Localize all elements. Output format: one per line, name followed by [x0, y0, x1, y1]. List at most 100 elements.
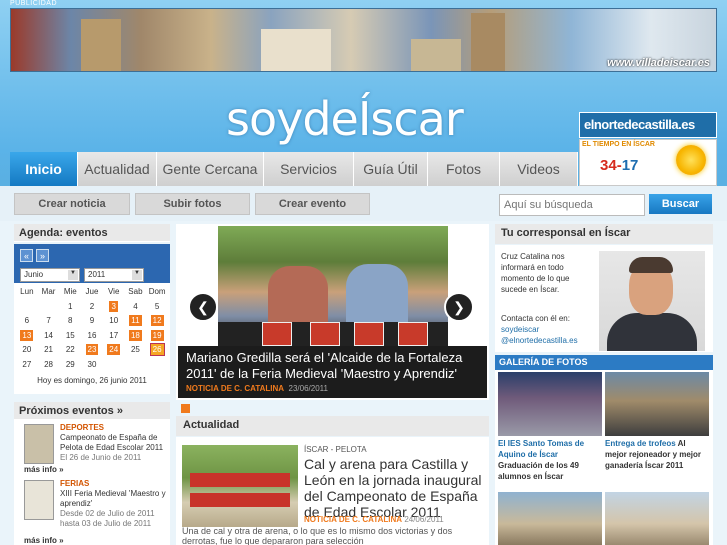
gallery-caption: El IES Santo Tomas de Aquino de Íscar Gr…: [498, 438, 602, 482]
gallery-thumbnail[interactable]: [605, 372, 709, 436]
proximos-title[interactable]: Próximos eventos »: [14, 402, 170, 420]
day-number[interactable]: 13: [20, 329, 34, 341]
tab-videos[interactable]: Videos: [500, 152, 578, 186]
search-button[interactable]: Buscar: [649, 194, 712, 214]
prev-slide-icon[interactable]: ❮: [188, 292, 218, 322]
tab-gente-cercana[interactable]: Gente Cercana: [157, 152, 264, 186]
next-slide-icon[interactable]: ❯: [444, 292, 474, 322]
event-thumbnail: [24, 424, 54, 464]
ad-banner[interactable]: www.villadeiscar.es: [10, 8, 717, 72]
weekday-label: Lun: [20, 287, 34, 296]
team-row: [190, 473, 290, 487]
slide-indicator[interactable]: [181, 404, 190, 413]
building-image: [411, 39, 461, 71]
calendar-day: [103, 358, 125, 373]
news-author[interactable]: NOTICIA DE C. CATALINA: [304, 515, 402, 524]
calendar-header: « »: [14, 244, 170, 267]
slide-image[interactable]: [218, 226, 448, 346]
gallery-thumbnail[interactable]: [605, 492, 709, 545]
event-text: DEPORTES Campeonato de España de Pelota …: [60, 423, 168, 463]
calendar-day: 22: [59, 343, 81, 358]
banner-url: www.villadeiscar.es: [607, 57, 710, 69]
day-number[interactable]: 11: [129, 315, 142, 326]
year-select[interactable]: 2011 ▼: [84, 268, 144, 282]
tab-guia-util[interactable]: Guía Útil: [354, 152, 428, 186]
tab-servicios[interactable]: Servicios: [264, 152, 354, 186]
site-logo[interactable]: soydeÍscar: [226, 92, 464, 146]
day-number[interactable]: 19: [150, 329, 164, 341]
subir-fotos-button[interactable]: Subir fotos: [135, 193, 250, 215]
day-number: 5: [154, 301, 160, 311]
partner-logo[interactable]: elnortedecastilla.es: [579, 112, 717, 138]
day-number[interactable]: 18: [128, 329, 142, 341]
contact-link-1[interactable]: soydeiscar: [501, 324, 601, 335]
calendar-day[interactable]: 13: [16, 329, 38, 344]
news-headline[interactable]: Cal y arena para Castilla y León en la j…: [304, 456, 486, 520]
calendar-day[interactable]: 23: [81, 343, 103, 358]
slide-title[interactable]: Mariano Gredilla será el 'Alcaide de la …: [186, 350, 486, 382]
tab-actualidad[interactable]: Actualidad: [78, 152, 157, 186]
crear-evento-button[interactable]: Crear evento: [255, 193, 370, 215]
poster: [398, 322, 428, 346]
gallery-thumbnail[interactable]: [498, 372, 602, 436]
tab-fotos[interactable]: Fotos: [428, 152, 500, 186]
calendar-day: 25: [125, 343, 147, 358]
main-nav: Inicio Actualidad Gente Cercana Servicio…: [10, 152, 578, 186]
contact-link-2[interactable]: @elnortedecastilla.es: [501, 335, 601, 346]
list-item[interactable]: FERIAS XIII Feria Medieval 'Maestro y ap…: [14, 476, 170, 545]
day-number[interactable]: 23: [85, 344, 99, 355]
calendar-day: 8: [59, 314, 81, 329]
tab-inicio[interactable]: Inicio: [10, 152, 78, 186]
calendar-day[interactable]: 18: [125, 329, 147, 344]
list-item[interactable]: DEPORTES Campeonato de España de Pelota …: [14, 420, 170, 476]
calendar-day[interactable]: 3: [103, 300, 125, 315]
day-number: 6: [24, 316, 30, 325]
sun-icon: [676, 145, 706, 175]
calendar-day: [16, 300, 38, 315]
weekday-label: Mar: [41, 287, 56, 296]
calendar-day[interactable]: 11: [125, 314, 147, 329]
month-select[interactable]: Junio ▼: [20, 268, 80, 282]
day-number[interactable]: 24: [107, 344, 121, 355]
weather-widget[interactable]: EL TIEMPO EN ÍSCAR 34-17: [579, 139, 717, 186]
slide-meta: NOTICIA DE C. CATALINA 23/06/2011: [186, 384, 328, 393]
calendar-day: 2: [81, 300, 103, 315]
day-number: 17: [109, 330, 119, 340]
event-date: Desde 02 de Julio de 2011 hasta 03 de Ju…: [60, 509, 155, 528]
gallery-thumbnail[interactable]: [498, 492, 602, 545]
day-number[interactable]: 12: [150, 315, 164, 326]
calendar-day: 15: [59, 329, 81, 344]
gallery-text: Graduación de los 49 alumnos en Íscar: [498, 461, 579, 481]
news-item: ÍSCAR - PELOTA Cal y arena para Castilla…: [176, 437, 489, 545]
day-number[interactable]: 3: [109, 300, 118, 312]
mas-info-link[interactable]: más info »: [24, 536, 64, 545]
next-month-icon[interactable]: »: [36, 249, 49, 262]
calendar-day[interactable]: 24: [103, 343, 125, 358]
day-number: 14: [44, 330, 54, 340]
event-title: XIII Feria Medieval 'Maestro y aprendiz': [60, 489, 166, 508]
calendar-grid: Lun Mar Mie Jue Vie Sab Dom 1 2 3 4 5 6 7 8 9 10 11 12 13 14…: [14, 283, 170, 372]
event-text: FERIAS XIII Feria Medieval 'Maestro y ap…: [60, 479, 168, 529]
news-excerpt: Una de cal y otra de arena, o lo que es …: [182, 526, 453, 545]
gallery-link[interactable]: Entrega de trofeos: [605, 439, 676, 448]
calendar-day: 21: [38, 343, 60, 358]
slide-author[interactable]: NOTICIA DE C. CATALINA: [186, 384, 284, 393]
prev-month-icon[interactable]: «: [20, 249, 33, 262]
calendar-day: 29: [59, 358, 81, 373]
event-date: El 26 de Junio de 2011: [60, 453, 142, 462]
day-number: 15: [65, 330, 75, 340]
agenda-title: Agenda: eventos: [14, 224, 170, 242]
search-input[interactable]: [499, 194, 645, 216]
temp-max: 34: [600, 157, 617, 174]
day-number[interactable]: 26: [149, 343, 165, 356]
news-kicker: ÍSCAR - PELOTA: [304, 445, 367, 454]
calendar-day[interactable]: 12: [146, 314, 168, 329]
calendar-day[interactable]: 19: [146, 329, 168, 344]
mas-info-link[interactable]: más info »: [24, 465, 64, 474]
day-number: 9: [89, 316, 95, 325]
news-image[interactable]: [182, 445, 298, 527]
gallery-link[interactable]: El IES Santo Tomas de Aquino de Íscar: [498, 439, 584, 459]
crear-noticia-button[interactable]: Crear noticia: [14, 193, 130, 215]
calendar-day: 9: [81, 314, 103, 329]
calendar-day[interactable]: 26: [146, 343, 168, 358]
